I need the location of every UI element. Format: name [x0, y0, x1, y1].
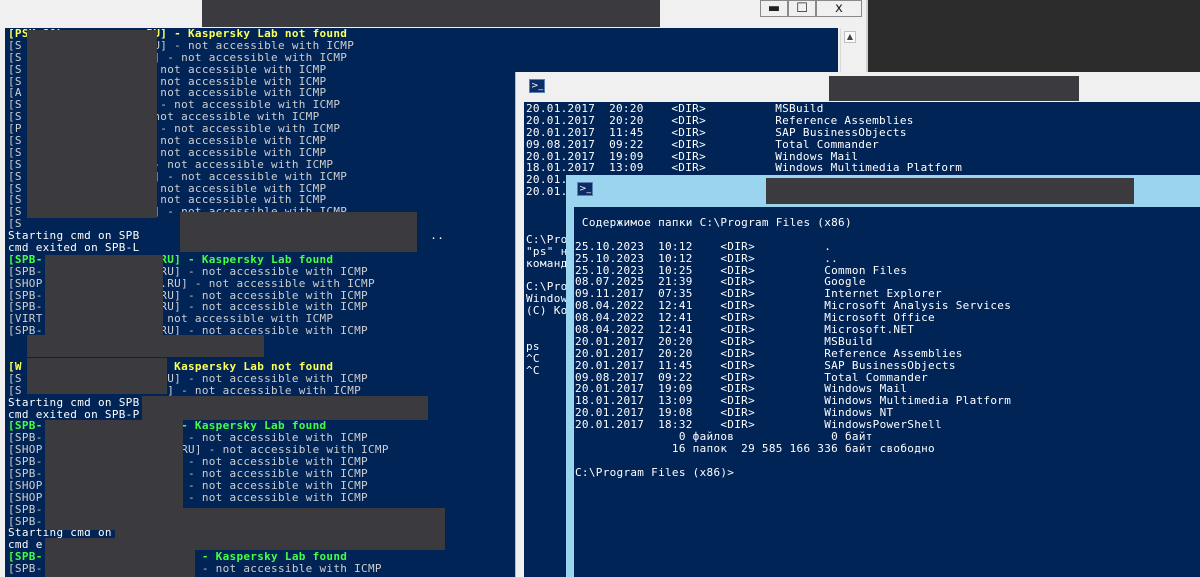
- console-line: 16 папок 29 585 166 336 байт свободно: [575, 441, 935, 455]
- close-button[interactable]: x: [816, 0, 862, 17]
- console-line: 20.01.2017 20:20 <DIR> MSBuild: [575, 334, 873, 348]
- redaction-block: [180, 212, 417, 252]
- console-output-area[interactable]: Содержимое папки C:\Program Files (x86) 2…: [574, 207, 1200, 577]
- redaction-block: [142, 396, 428, 420]
- console-line: C:\Program Files (x86)>: [575, 465, 735, 479]
- scroll-up-icon[interactable]: ▲: [844, 31, 856, 43]
- maximize-button[interactable]: ☐: [788, 0, 816, 17]
- console-line: Содержимое папки C:\Program Files (x86): [575, 216, 852, 229]
- console-window-front[interactable]: >_ Содержимое папки C:\Program Files (x8…: [566, 175, 1200, 577]
- console-line: 09.08.2017 09:22 <DIR> Total Commander: [526, 137, 880, 151]
- console-line: 25.10.2023 10:12 <DIR> ..: [575, 251, 839, 265]
- console-line: 20.01.2017 11:45 <DIR> SAP BusinessObjec…: [575, 358, 956, 372]
- vertical-scrollbar[interactable]: ▲: [840, 28, 859, 72]
- console-line: 20.01.2017 20:20 <DIR> Reference Assembl…: [526, 113, 914, 127]
- console-line: 20.01.2017 20:20 <DIR> Reference Assembl…: [575, 346, 963, 360]
- console-output-text: Содержимое папки C:\Program Files (x86) 2…: [575, 217, 1011, 479]
- redaction-block: [27, 30, 157, 218]
- redaction-block: [45, 538, 195, 577]
- powershell-icon: >_: [529, 79, 545, 93]
- minimize-button[interactable]: ▬: [760, 0, 788, 17]
- console-line: 25.10.2023 10:12 <DIR> .: [575, 239, 832, 253]
- powershell-icon: >_: [577, 182, 593, 196]
- console-line: 20.01.2017 11:45 <DIR> SAP BusinessObjec…: [526, 125, 907, 139]
- redaction-block: [27, 358, 167, 394]
- title-redacted: [202, 0, 660, 27]
- title-redacted: [766, 178, 1134, 204]
- redaction-block: [45, 255, 163, 335]
- console-line: 18.01.2017 13:09 <DIR> Windows Multimedi…: [526, 161, 963, 175]
- desktop-background: [868, 0, 1200, 72]
- title-redacted: [829, 76, 1079, 101]
- redaction-block: [27, 335, 264, 357]
